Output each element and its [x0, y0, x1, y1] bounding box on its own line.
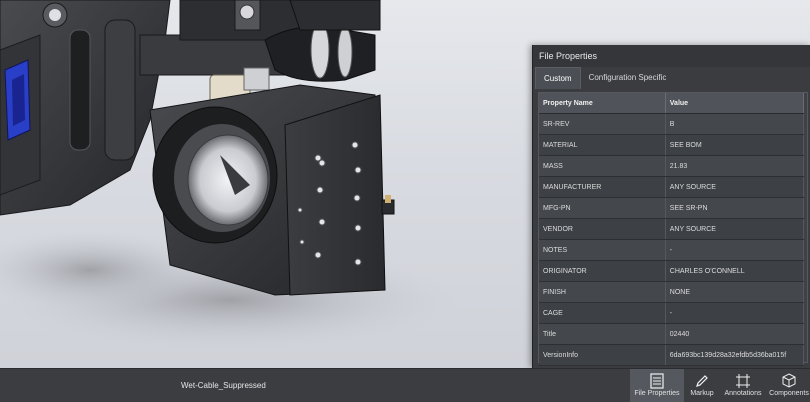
property-name: SR-REV — [539, 113, 666, 135]
property-name: MANUFACTURER — [539, 176, 666, 198]
file-properties-button[interactable]: File Properties — [630, 369, 684, 402]
annotations-label: Annotations — [724, 390, 762, 397]
property-value: NONE — [665, 281, 805, 303]
file-properties-panel: File Properties Custom Configuration Spe… — [532, 45, 810, 368]
file-properties-label: File Properties — [634, 390, 680, 397]
property-value: ANY SOURCE — [665, 218, 805, 240]
property-value: CHARLES O'CONNELL — [665, 260, 805, 282]
column-header-property-name[interactable]: Property Name — [539, 93, 666, 114]
table-row[interactable]: FINISH NONE — [539, 281, 805, 303]
table-header-row: Property Name Value — [539, 93, 805, 114]
annotations-button[interactable]: Annotations — [720, 369, 766, 402]
column-header-value[interactable]: Value — [665, 93, 805, 114]
property-value: 02440 — [665, 323, 805, 345]
table-row[interactable]: NOTES - — [539, 239, 805, 261]
table-row[interactable]: MFG-PN SEE SR-PN — [539, 197, 805, 219]
file-properties-icon — [650, 373, 664, 389]
panel-title: File Properties — [533, 45, 810, 67]
properties-table-container: Property Name Value SR-REV B MATERIAL SEE … — [538, 92, 808, 366]
panel-tabs: Custom Configuration Specific — [533, 67, 810, 89]
components-icon — [782, 373, 796, 388]
property-value: - — [665, 239, 805, 261]
table-row[interactable]: MATERIAL SEE BOM — [539, 134, 805, 156]
bottom-toolbar: Wet-Cable_Suppressed File Properties Mar… — [0, 368, 810, 402]
property-value: SEE BOM — [665, 134, 805, 156]
table-row[interactable]: VENDOR ANY SOURCE — [539, 218, 805, 240]
property-name: VersionInfo — [539, 344, 666, 366]
property-name: VENDOR — [539, 218, 666, 240]
property-value: SEE SR-PN — [665, 197, 805, 219]
annotations-icon — [736, 374, 750, 388]
markup-label: Markup — [690, 390, 714, 397]
table-row[interactable]: VersionInfo 6da693bc139d28a32efdb5d36ba01… — [539, 344, 805, 366]
property-value: ANY SOURCE — [665, 176, 805, 198]
table-row[interactable]: MASS 21.83 — [539, 155, 805, 177]
pencil-icon — [696, 375, 708, 387]
table-row[interactable]: CAGE - — [539, 302, 805, 324]
property-value: B — [665, 113, 805, 135]
property-name: CAGE — [539, 302, 666, 324]
tab-configuration-specific[interactable]: Configuration Specific — [581, 67, 675, 89]
model-name-label: Wet-Cable_Suppressed — [181, 381, 266, 390]
properties-table: Property Name Value SR-REV B MATERIAL SEE … — [539, 93, 805, 366]
property-name: FINISH — [539, 281, 666, 303]
table-row[interactable]: SR-REV B — [539, 113, 805, 135]
property-name: NOTES — [539, 239, 666, 261]
table-row[interactable]: ORIGINATOR CHARLES O'CONNELL — [539, 260, 805, 282]
property-value: - — [665, 302, 805, 324]
components-label: Components — [769, 390, 809, 397]
table-row[interactable]: Title 02440 — [539, 323, 805, 345]
table-row[interactable]: MANUFACTURER ANY SOURCE — [539, 176, 805, 198]
property-name: ORIGINATOR — [539, 260, 666, 282]
property-value: 6da693bc139d28a32efdb5d36ba015f — [665, 344, 805, 366]
property-name: MASS — [539, 155, 666, 177]
property-name: MATERIAL — [539, 134, 666, 156]
components-button[interactable]: Components — [768, 369, 810, 402]
property-name: MFG-PN — [539, 197, 666, 219]
property-name: Title — [539, 323, 666, 345]
tab-custom[interactable]: Custom — [535, 67, 581, 89]
markup-button[interactable]: Markup — [686, 369, 718, 402]
property-value: 21.83 — [665, 155, 805, 177]
